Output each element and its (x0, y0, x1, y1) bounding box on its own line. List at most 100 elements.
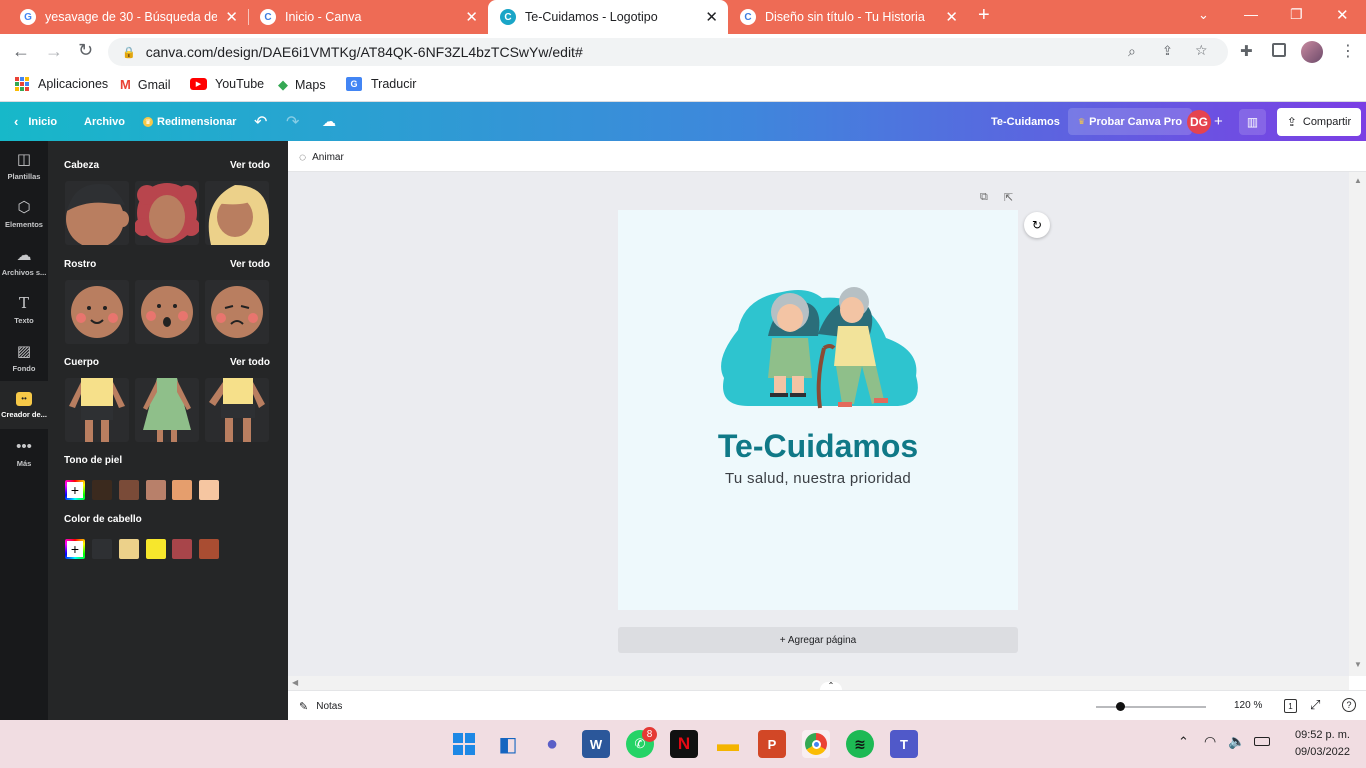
new-tab-icon[interactable]: + (978, 4, 990, 27)
undo-icon[interactable]: ↶ (254, 102, 267, 141)
tab-google-search[interactable]: G yesavage de 30 - Búsqueda de G ✕ (8, 0, 248, 34)
skin-swatch[interactable] (119, 480, 139, 500)
share-icon[interactable]: ⇪ (1162, 43, 1173, 59)
insights-chart-icon[interactable]: ▥ (1239, 109, 1266, 135)
battery-icon[interactable] (1254, 737, 1270, 746)
file-explorer-icon[interactable]: ▬ (714, 730, 742, 758)
rail-background[interactable]: ▨ Fondo (0, 333, 48, 381)
widgets-icon[interactable]: ◧ (494, 730, 522, 758)
share-button[interactable]: ⇪ Compartir (1277, 108, 1361, 136)
sidebar-icon[interactable] (1272, 43, 1286, 57)
chat-icon[interactable]: ● (538, 730, 566, 758)
notes-expand-icon[interactable]: ⌃ (820, 682, 842, 690)
refresh-suggestion-icon[interactable]: ↻ (1024, 212, 1050, 238)
rail-text[interactable]: T Texto (0, 285, 48, 333)
help-icon[interactable]: ? (1342, 698, 1356, 712)
face-option-1[interactable] (65, 280, 129, 344)
scroll-down-icon[interactable]: ▼ (1354, 660, 1362, 669)
bookmark-gmail[interactable]: M Gmail (120, 77, 171, 92)
scroll-left-icon[interactable]: ◀ (292, 678, 298, 687)
tab-search-icon[interactable]: ⌄ (1198, 7, 1209, 23)
restore-icon[interactable]: ❐ (1290, 6, 1303, 23)
hair-swatch[interactable] (119, 539, 139, 559)
word-icon[interactable]: W (582, 730, 610, 758)
skin-swatch[interactable] (146, 480, 166, 500)
zoom-slider-thumb[interactable] (1116, 702, 1125, 711)
add-member-icon[interactable]: + (1214, 102, 1223, 141)
bookmark-apps[interactable]: Aplicaciones (15, 77, 108, 91)
rail-character-builder[interactable]: •• Creador de... (0, 381, 48, 429)
home-button[interactable]: ‹ Inicio (14, 102, 57, 141)
menu-dots-icon[interactable]: ⋮ (1340, 41, 1356, 61)
resize-button[interactable]: ♛ Redimensionar (143, 102, 236, 141)
logo-subtitle[interactable]: Tu salud, nuestra prioridad (618, 470, 1018, 487)
profile-avatar[interactable] (1301, 41, 1323, 63)
head-option-1[interactable] (65, 181, 129, 245)
design-title[interactable]: Te-Cuidamos (991, 102, 1060, 141)
bookmark-translate[interactable]: G Traducir (346, 77, 416, 91)
close-icon[interactable]: ✕ (945, 8, 958, 26)
cloud-saved-icon[interactable]: ☁ (322, 102, 336, 141)
back-icon[interactable]: ← (12, 41, 30, 62)
head-option-2[interactable] (135, 181, 199, 245)
custom-skin-color-button[interactable]: + (65, 480, 85, 500)
try-pro-button[interactable]: ♛ Probar Canva Pro (1068, 108, 1193, 135)
add-page-button[interactable]: + Agregar página (618, 627, 1018, 653)
minimize-icon[interactable]: — (1244, 6, 1258, 22)
tray-chevron-icon[interactable]: ⌃ (1178, 734, 1189, 750)
body-option-3[interactable] (205, 378, 269, 442)
page-count-button[interactable]: 1 (1284, 699, 1297, 713)
add-page-icon[interactable]: ⇱ (1004, 191, 1013, 204)
zoom-level[interactable]: 120 % (1234, 700, 1262, 711)
bookmark-maps[interactable]: ◆ Maps (278, 77, 326, 93)
file-menu-button[interactable]: Archivo (84, 102, 125, 141)
body-option-1[interactable] (65, 378, 129, 442)
hair-swatch[interactable] (146, 539, 166, 559)
tab-canva-home[interactable]: C Inicio - Canva ✕ (248, 0, 488, 34)
skin-swatch[interactable] (172, 480, 192, 500)
close-icon[interactable]: ✕ (705, 8, 718, 26)
extensions-icon[interactable]: ✚ (1240, 42, 1253, 60)
face-option-3[interactable] (205, 280, 269, 344)
teams-icon[interactable]: T (890, 730, 918, 758)
chrome-icon[interactable] (802, 730, 830, 758)
windows-start-icon[interactable] (450, 730, 478, 758)
clock-time[interactable]: 09:52 p. m. (1278, 729, 1350, 741)
hair-swatch[interactable] (172, 539, 192, 559)
rail-more[interactable]: ••• Más (0, 429, 48, 477)
address-bar[interactable]: 🔒 canva.com/design/DAE6i1VMTKg/AT84QK-6N… (108, 38, 1228, 66)
powerpoint-icon[interactable]: P (758, 730, 786, 758)
close-icon[interactable]: ✕ (225, 8, 238, 26)
window-close-icon[interactable]: ✕ (1336, 6, 1349, 24)
avatar[interactable]: DG (1187, 110, 1211, 134)
forward-icon[interactable]: → (45, 41, 63, 62)
custom-hair-color-button[interactable]: + (65, 539, 85, 559)
fullscreen-icon[interactable]: ⤢ (1310, 697, 1320, 713)
volume-icon[interactable]: 🔈 (1228, 733, 1245, 750)
rail-uploads[interactable]: ☁ Archivos s... (0, 237, 48, 285)
see-all-head-link[interactable]: Ver todo (230, 160, 270, 171)
see-all-body-link[interactable]: Ver todo (230, 357, 270, 368)
clock-date[interactable]: 09/03/2022 (1278, 746, 1350, 758)
close-icon[interactable]: ✕ (465, 8, 478, 26)
tab-tu-historia[interactable]: C Diseño sin título - Tu Historia ✕ (728, 0, 968, 34)
duplicate-page-icon[interactable]: ⧉ (980, 191, 988, 204)
vertical-scrollbar[interactable]: ▲ ▼ (1349, 172, 1366, 676)
spotify-icon[interactable]: ≋ (846, 730, 874, 758)
logo-title[interactable]: Te-Cuidamos (618, 428, 1018, 465)
scroll-up-icon[interactable]: ▲ (1354, 176, 1362, 185)
rail-templates[interactable]: ◫ Plantillas (0, 141, 48, 189)
see-all-face-link[interactable]: Ver todo (230, 259, 270, 270)
tab-te-cuidamos[interactable]: C Te-Cuidamos - Logotipo ✕ (488, 0, 728, 34)
horizontal-scrollbar[interactable]: ◀ ⌃ (288, 676, 1349, 690)
skin-swatch[interactable] (92, 480, 112, 500)
hair-swatch[interactable] (199, 539, 219, 559)
reload-icon[interactable]: ↻ (78, 40, 93, 61)
face-option-2[interactable] (135, 280, 199, 344)
zoom-search-icon[interactable]: ⌕ (1128, 43, 1136, 60)
rail-elements[interactable]: ⬡ Elementos (0, 189, 48, 237)
head-option-3[interactable] (205, 181, 269, 245)
animate-button[interactable]: ◌ Animar (299, 150, 344, 164)
design-page[interactable]: Te-Cuidamos Tu salud, nuestra prioridad (618, 210, 1018, 610)
notes-button[interactable]: ✎ Notas (299, 700, 342, 713)
